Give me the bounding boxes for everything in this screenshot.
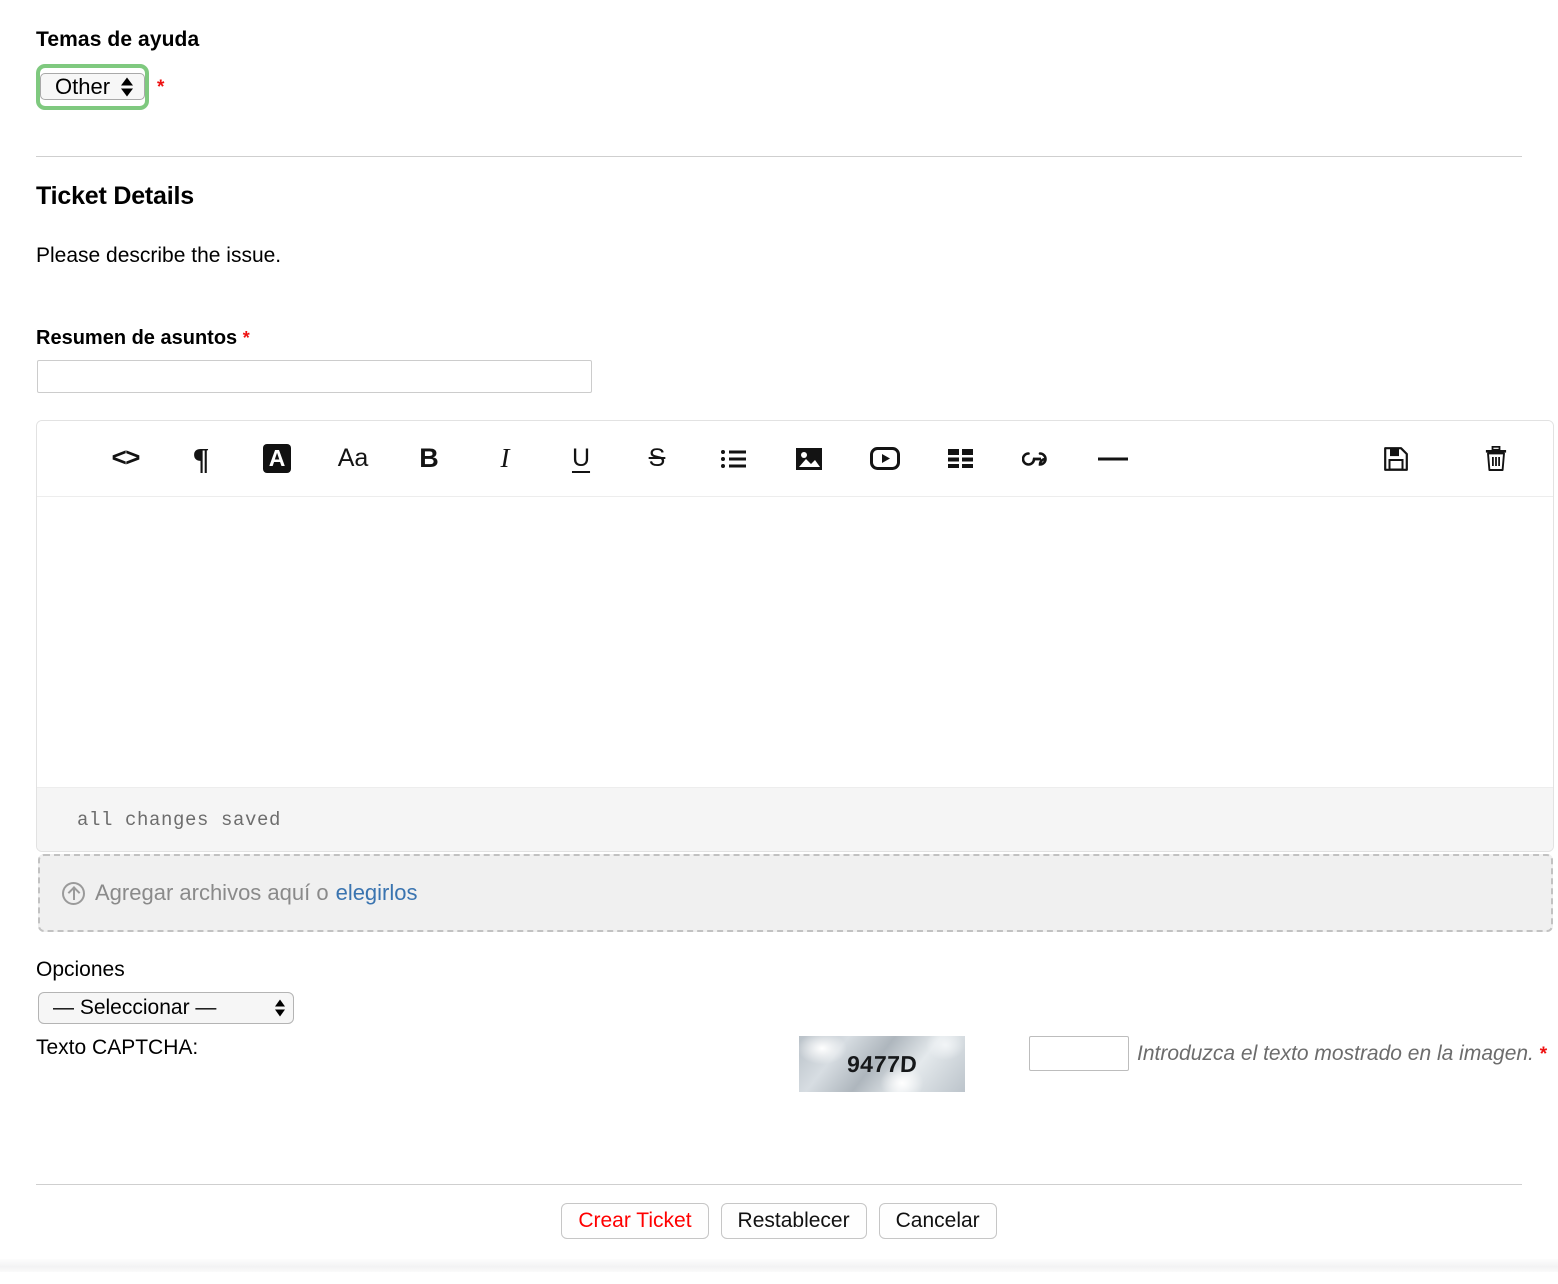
editor-status-text: all changes saved	[77, 809, 281, 831]
paragraph-glyph: ¶	[193, 443, 210, 474]
options-spinner-icon[interactable]	[275, 1000, 285, 1017]
rich-text-editor: <> ¶ A Aa B I U S	[36, 420, 1554, 852]
captcha-label: Texto CAPTCHA:	[36, 1036, 198, 1060]
bottom-band	[0, 1259, 1558, 1272]
text-color-glyph: A	[263, 444, 292, 473]
select-spinner-icon[interactable]	[121, 77, 133, 96]
create-ticket-button[interactable]: Crear Ticket	[561, 1203, 708, 1239]
ticket-details-title: Ticket Details	[36, 182, 194, 211]
ticket-details-description: Please describe the issue.	[36, 244, 281, 268]
help-topic-select-value: Other	[55, 74, 110, 99]
options-label: Opciones	[36, 958, 125, 982]
captcha-image-text: 9477D	[846, 1051, 918, 1078]
bold-icon[interactable]: B	[391, 434, 467, 484]
editor-status-bar: all changes saved	[37, 787, 1553, 851]
captcha-input[interactable]	[1029, 1036, 1129, 1071]
dropzone-choose-files-link[interactable]: elegirlos	[336, 880, 418, 906]
delete-draft-icon[interactable]	[1461, 434, 1531, 484]
insert-table-icon[interactable]	[923, 434, 999, 484]
underline-icon[interactable]: U	[543, 434, 619, 484]
italic-icon[interactable]: I	[467, 434, 543, 484]
source-code-glyph: <>	[111, 446, 138, 472]
captcha-image: 9477D	[799, 1036, 965, 1092]
chevron-up-icon	[121, 77, 133, 85]
source-code-icon[interactable]: <>	[87, 434, 163, 484]
horizontal-rule-icon[interactable]	[1075, 434, 1151, 484]
strikethrough-glyph: S	[649, 444, 666, 473]
help-topic-select[interactable]: Other	[40, 73, 145, 100]
section-divider-top	[36, 156, 1522, 157]
dropzone-text: Agregar archivos aquí o	[95, 880, 329, 906]
help-topic-select-row: Other *	[36, 64, 1522, 110]
cancel-button[interactable]: Cancelar	[879, 1203, 997, 1239]
strikethrough-icon[interactable]: S	[619, 434, 695, 484]
subject-label-text: Resumen de asuntos	[36, 327, 237, 349]
editor-toolbar-left-group: <> ¶ A Aa B I U S	[87, 434, 1361, 484]
italic-glyph: I	[501, 443, 510, 474]
insert-video-icon[interactable]	[847, 434, 923, 484]
font-size-glyph: Aa	[338, 444, 369, 473]
editor-toolbar-right-group	[1361, 434, 1531, 484]
editor-content-area[interactable]	[37, 497, 1553, 787]
help-topic-required-marker: *	[157, 78, 164, 97]
insert-image-icon[interactable]	[771, 434, 847, 484]
options-select-value: — Seleccionar —	[53, 996, 216, 1019]
chevron-down-icon	[275, 1010, 285, 1017]
save-draft-icon[interactable]	[1361, 434, 1431, 484]
editor-toolbar: <> ¶ A Aa B I U S	[37, 421, 1553, 497]
form-actions: Crear Ticket Restablecer Cancelar	[0, 1203, 1558, 1239]
help-topic-label: Temas de ayuda	[36, 28, 1522, 52]
font-size-icon[interactable]: Aa	[315, 434, 391, 484]
reset-button[interactable]: Restablecer	[721, 1203, 867, 1239]
upload-circle-icon	[62, 882, 85, 905]
text-color-icon[interactable]: A	[239, 434, 315, 484]
options-select[interactable]: — Seleccionar —	[38, 992, 294, 1024]
subject-input[interactable]	[37, 360, 592, 393]
underline-glyph: U	[572, 444, 590, 473]
paragraph-icon[interactable]: ¶	[163, 434, 239, 484]
help-topic-focus-ring: Other	[36, 64, 149, 110]
captcha-required-marker: *	[1540, 1044, 1547, 1065]
section-divider-bottom	[36, 1184, 1522, 1185]
chevron-up-icon	[275, 1000, 285, 1007]
captcha-hint-text: Introduzca el texto mostrado en la image…	[1137, 1042, 1534, 1065]
file-dropzone[interactable]: Agregar archivos aquí o elegirlos	[38, 854, 1553, 932]
chevron-down-icon	[121, 88, 133, 96]
subject-label: Resumen de asuntos *	[36, 327, 250, 350]
help-topic-section: Temas de ayuda Other *	[36, 28, 1522, 110]
insert-link-icon[interactable]	[999, 434, 1075, 484]
subject-required-marker: *	[243, 328, 250, 348]
bullet-list-icon[interactable]	[695, 434, 771, 484]
bold-glyph: B	[419, 443, 439, 474]
